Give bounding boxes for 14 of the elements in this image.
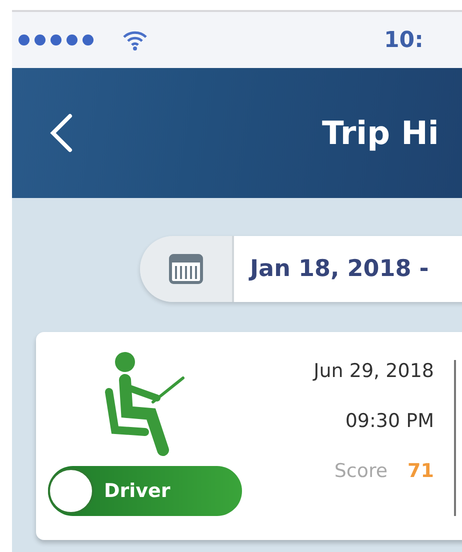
score-label: Score	[334, 460, 388, 482]
score-value: 71	[408, 460, 434, 482]
back-icon[interactable]	[48, 113, 74, 153]
trip-card[interactable]: Driver Jun 29, 2018 09:30 PM Score 71	[36, 332, 462, 540]
date-range-text: Jan 18, 2018 -	[234, 236, 462, 302]
driver-toggle[interactable]: Driver	[48, 466, 242, 516]
calendar-icon	[169, 254, 203, 284]
trip-time: 09:30 PM	[345, 410, 434, 432]
date-range-picker[interactable]: Jan 18, 2018 -	[140, 236, 462, 302]
screen-title: Trip Hi	[322, 114, 439, 152]
seated-driver-icon	[103, 352, 187, 456]
trip-date: Jun 29, 2018	[314, 360, 434, 382]
wifi-icon	[122, 29, 148, 51]
status-time: 10:	[384, 28, 424, 52]
